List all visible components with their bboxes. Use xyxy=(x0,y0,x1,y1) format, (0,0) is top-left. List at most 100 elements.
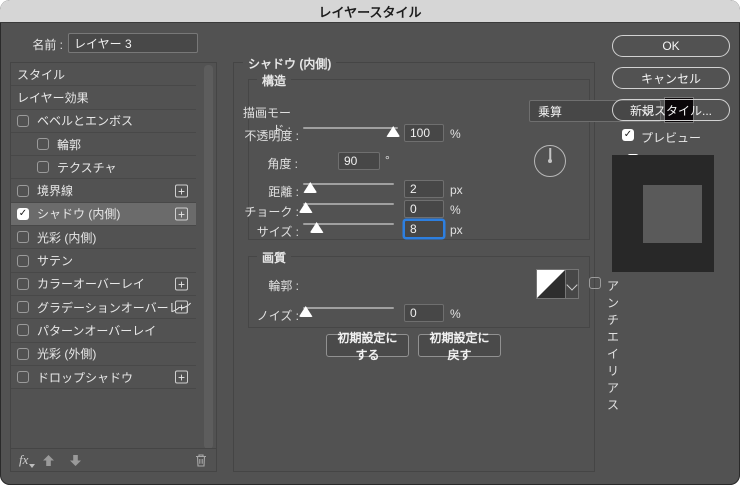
opacity-input[interactable] xyxy=(404,124,444,142)
sidebar-empty-area xyxy=(11,389,216,448)
new-style-button[interactable]: 新規スタイル... xyxy=(612,99,730,121)
distance-unit: px xyxy=(450,183,463,197)
fx-menu-triangle-icon xyxy=(29,464,35,468)
move-effect-down-icon[interactable] xyxy=(69,454,82,467)
size-slider[interactable] xyxy=(303,218,394,236)
sidebar-item[interactable]: グラデーションオーバーレイ+ xyxy=(11,296,196,319)
distance-label: 距離 : xyxy=(234,183,299,200)
reset-default-button[interactable]: 初期設定に戻す xyxy=(418,334,501,357)
move-effect-up-icon[interactable] xyxy=(42,454,55,467)
preview-label: プレビュー xyxy=(641,129,701,146)
slider-track xyxy=(303,307,394,309)
ok-button[interactable]: OK xyxy=(612,35,730,57)
sidebar-item-label: スタイル xyxy=(17,66,65,83)
effect-settings-panel: シャドウ (内側) 構造 描画モード : 乗算 不透明度 : % 角度 : ° xyxy=(233,62,595,472)
add-instance-plus-icon[interactable]: + xyxy=(175,277,188,290)
fx-label: fx xyxy=(19,452,28,467)
anti-alias-checkbox[interactable] xyxy=(589,277,601,289)
sidebar-item[interactable]: テクスチャ xyxy=(11,156,196,179)
style-enable-checkbox[interactable] xyxy=(17,255,29,267)
sidebar-item-label: 境界線 xyxy=(37,182,73,199)
angle-unit: ° xyxy=(385,153,390,167)
opacity-unit: % xyxy=(450,127,461,141)
add-instance-plus-icon[interactable]: + xyxy=(175,207,188,220)
choke-label: チョーク : xyxy=(234,203,299,220)
style-enable-checkbox[interactable] xyxy=(17,324,29,336)
sidebar-item-label: レイヤー効果 xyxy=(17,89,89,106)
choke-input[interactable] xyxy=(404,200,444,218)
style-enable-checkbox[interactable] xyxy=(17,348,29,360)
sidebar-item-label: シャドウ (内側) xyxy=(37,205,120,222)
sidebar-item[interactable]: サテン xyxy=(11,249,196,272)
sidebar-item[interactable]: 光彩 (外側) xyxy=(11,343,196,366)
sidebar-item-label: パターンオーバーレイ xyxy=(37,322,156,339)
size-input[interactable] xyxy=(404,220,444,238)
preview-checkbox[interactable]: ✓ xyxy=(622,129,634,141)
dialog-titlebar[interactable]: レイヤースタイル xyxy=(0,0,740,23)
styles-sidebar: スタイルレイヤー効果ベベルとエンボス輪郭テクスチャ境界線 + ✓ シャドウ (内側) +… xyxy=(10,62,217,472)
style-enable-checkbox[interactable] xyxy=(17,115,29,127)
distance-slider[interactable] xyxy=(303,178,394,196)
size-unit: px xyxy=(450,223,463,237)
layer-name-label: 名前 : xyxy=(0,36,63,53)
sidebar-item[interactable]: ベベルとエンボス xyxy=(11,110,196,133)
sidebar-item-label: グラデーションオーバーレイ xyxy=(37,299,193,316)
sidebar-item-label: テクスチャ xyxy=(57,159,117,176)
opacity-slider[interactable] xyxy=(303,122,398,140)
sidebar-item[interactable]: スタイル xyxy=(11,63,196,86)
add-instance-plus-icon[interactable]: + xyxy=(175,371,188,384)
style-enable-checkbox[interactable] xyxy=(17,278,29,290)
sidebar-item[interactable]: パターンオーバーレイ xyxy=(11,319,196,342)
angle-center-dot xyxy=(548,159,552,163)
noise-slider[interactable] xyxy=(303,302,394,320)
cancel-button[interactable]: キャンセル xyxy=(612,67,730,89)
add-instance-plus-icon[interactable]: + xyxy=(175,184,188,197)
choke-slider[interactable] xyxy=(303,198,394,216)
panel-title: シャドウ (内側) xyxy=(243,55,336,72)
add-instance-plus-icon[interactable]: + xyxy=(175,301,188,314)
layer-name-input[interactable] xyxy=(68,33,198,53)
style-enable-checkbox[interactable] xyxy=(37,161,49,173)
sidebar-item[interactable]: レイヤー効果 xyxy=(11,86,196,109)
angle-dial[interactable] xyxy=(534,145,566,177)
fx-menu-button[interactable]: fx xyxy=(19,452,28,468)
contour-picker-button[interactable] xyxy=(566,269,579,299)
delete-effect-trash-icon[interactable] xyxy=(194,453,208,468)
sidebar-item[interactable]: 境界線 + xyxy=(11,179,196,202)
sidebar-item[interactable]: ドロップシャドウ+ xyxy=(11,366,196,389)
sidebar-item-label: サテン xyxy=(37,252,73,269)
style-enable-checkbox[interactable]: ✓ xyxy=(17,208,29,220)
choke-unit: % xyxy=(450,203,461,217)
slider-track xyxy=(303,127,398,129)
slider-track xyxy=(303,203,394,205)
sidebar-item[interactable]: 光彩 (内側) xyxy=(11,226,196,249)
sidebar-item-label: カラーオーバーレイ xyxy=(37,275,145,292)
style-enable-checkbox[interactable] xyxy=(17,371,29,383)
sidebar-item-label: ベベルとエンボス xyxy=(37,112,133,129)
style-enable-checkbox[interactable] xyxy=(17,301,29,313)
contour-preview[interactable] xyxy=(536,269,566,299)
contour-curve-icon xyxy=(537,270,565,298)
sidebar-item[interactable]: ✓ シャドウ (内側) + xyxy=(11,203,196,226)
style-enable-checkbox[interactable] xyxy=(37,138,49,150)
anti-alias-label: アンチエイリアス xyxy=(607,277,619,413)
sidebar-item[interactable]: 輪郭 xyxy=(11,133,196,156)
make-default-button[interactable]: 初期設定にする xyxy=(326,334,409,357)
distance-input[interactable] xyxy=(404,180,444,198)
opacity-label: 不透明度 : xyxy=(234,127,299,144)
dialog-title: レイヤースタイル xyxy=(319,2,422,21)
sidebar-item[interactable]: カラーオーバーレイ + xyxy=(11,273,196,296)
sidebar-item-label: 光彩 (内側) xyxy=(37,229,96,246)
sidebar-item-label: 輪郭 xyxy=(57,136,81,153)
noise-input[interactable] xyxy=(404,304,444,322)
contour-label: 輪郭 : xyxy=(234,277,299,294)
style-enable-checkbox[interactable] xyxy=(17,185,29,197)
style-enable-checkbox[interactable] xyxy=(17,231,29,243)
preview-inner-square xyxy=(643,185,702,243)
angle-input[interactable] xyxy=(338,152,380,170)
angle-label: 角度 : xyxy=(234,155,298,172)
slider-track xyxy=(303,183,394,185)
blend-mode-value: 乗算 xyxy=(538,103,562,120)
sidebar-scrollbar[interactable] xyxy=(204,65,213,449)
style-list: スタイルレイヤー効果ベベルとエンボス輪郭テクスチャ境界線 + ✓ シャドウ (内側) +… xyxy=(11,63,216,389)
